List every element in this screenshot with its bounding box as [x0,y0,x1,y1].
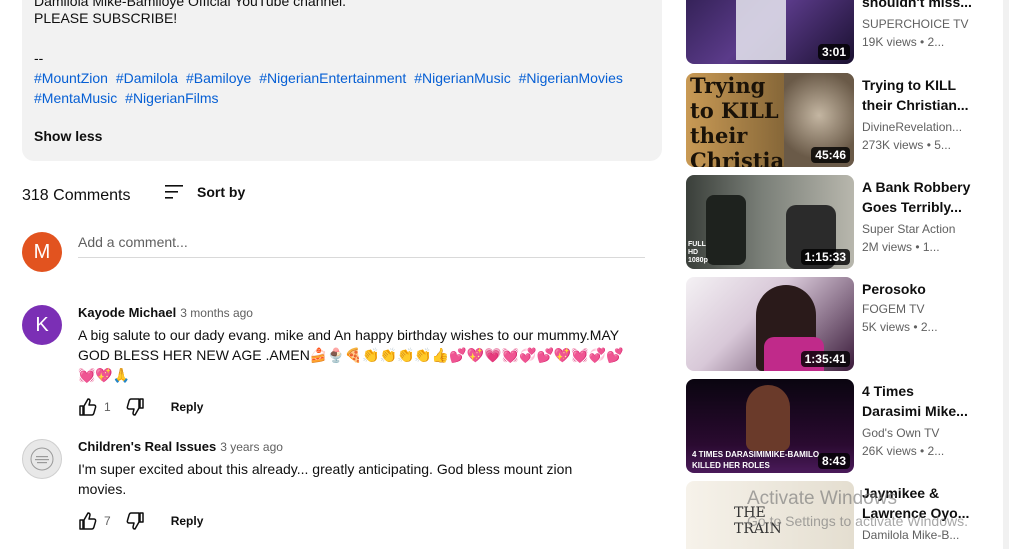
comment-text: A big salute to our dady evang. mike and… [78,327,624,383]
video-title[interactable]: 4 Times Darasimi Mike... [862,381,972,421]
comment-author[interactable]: Kayode Michael [78,305,176,320]
video-title[interactable]: Trying to KILL their Christian... [862,75,972,115]
thumbs-down-icon[interactable] [125,397,145,417]
activation-watermark: Activate Windows [747,488,897,509]
channel-name[interactable]: FOGEM TV [862,302,972,316]
hashtag-link[interactable]: #NigerianMusic [414,70,510,86]
thumbnail-text: 4 TIMES DARASIMIMIKE-BAMILO KILLED HER R… [692,450,820,470]
duration-badge: 8:43 [817,453,850,469]
hashtag-line: #MountZion #Damilola #Bamiloye #Nigerian… [34,68,627,88]
video-thumbnail[interactable]: 4 TIMES DARASIMIMIKE-BAMILO KILLED HER R… [686,379,854,473]
video-meta: 5K views • 2... [862,320,938,334]
hashtag-link[interactable]: #NigerianFilms [125,90,218,106]
comment-text: I'm super excited about this already... … [78,461,573,497]
thumbnail-text: Trying to KILL their Christian Son [690,73,800,167]
hashtag-link[interactable]: #Damilola [116,70,178,86]
recommendation-card[interactable]: FULL HD 1080p 1:15:33 A Bank Robbery Goe… [686,175,1009,269]
comment-time[interactable]: 3 years ago [220,440,283,454]
channel-name[interactable]: Super Star Action [862,222,972,236]
hashtag-line: #MentaMusic #NigerianFilms [34,88,223,108]
comment-actions: 7 Reply [78,511,203,531]
description-box[interactable]: Damilola Mike-Bamiloye Official YouTube … [22,0,662,161]
scrollbar[interactable] [1003,0,1009,549]
video-meta: 26K views • 2... [862,444,945,458]
reply-button[interactable]: Reply [171,400,204,414]
recommendation-card[interactable]: 4 TIMES DARASIMIMIKE-BAMILO KILLED HER R… [686,379,1009,473]
show-less-button[interactable]: Show less [34,128,102,144]
hd-badge: FULL HD 1080p [688,241,708,264]
sort-by-label: Sort by [197,184,246,200]
recommendation-card[interactable]: Trying to KILL their Christian Son 45:46… [686,73,1009,167]
avatar: M [22,232,62,272]
hashtag-link[interactable]: #NigerianMovies [519,70,623,86]
channel-name[interactable]: Damilola Mike-B... [862,528,972,542]
comment-author[interactable]: Children's Real Issues [78,439,216,454]
description-text: PLEASE SUBSCRIBE! [34,10,178,26]
sort-icon [165,185,183,199]
thumbs-up-icon[interactable] [78,511,98,531]
recommendation-card[interactable]: 3:01 shouldn't miss... SUPERCHOICE TV 19… [686,0,1009,64]
like-count: 7 [104,514,111,528]
comment-time[interactable]: 3 months ago [180,306,253,320]
duration-badge: 45:46 [811,147,850,163]
like-count: 1 [104,400,111,414]
thumbs-down-icon[interactable] [125,511,145,531]
reply-button[interactable]: Reply [171,514,204,528]
hashtag-link[interactable]: #Bamiloye [186,70,251,86]
comment-item: K Kayode Michael 3 months ago A big salut… [22,305,642,420]
comments-count: 318 Comments [22,187,131,204]
video-title[interactable]: shouldn't miss... [862,0,972,12]
video-thumbnail[interactable]: 3:01 [686,0,854,64]
comment-item: Children's Real Issues 3 years ago I'm su… [22,439,642,539]
video-title[interactable]: Perosoko [862,279,972,299]
video-meta: 2M views • 1... [862,240,940,254]
channel-logo-icon [30,447,54,471]
video-title[interactable]: A Bank Robbery Goes Terribly... [862,177,972,217]
activation-watermark-sub: Go to Settings to activate Windows. [747,513,968,529]
hashtag-link[interactable]: #MentaMusic [34,90,117,106]
avatar[interactable]: K [22,305,62,345]
duration-badge: 1:35:41 [800,351,850,367]
duration-badge: 3:01 [817,44,850,60]
description-divider: -- [34,50,44,66]
video-meta: 19K views • 2... [862,35,945,49]
duration-badge: 1:15:33 [800,249,850,265]
comment-header: Children's Real Issues 3 years ago [78,439,283,454]
channel-name[interactable]: God's Own TV [862,426,972,440]
avatar[interactable] [22,439,62,479]
sort-by-button[interactable]: Sort by [165,183,245,201]
comment-actions: 1 Reply [78,397,203,417]
video-thumbnail[interactable]: FULL HD 1080p 1:15:33 [686,175,854,269]
video-thumbnail[interactable]: 1:35:41 [686,277,854,371]
recommendation-card[interactable]: 1:35:41 Perosoko FOGEM TV 5K views • 2..… [686,277,1009,371]
channel-name[interactable]: DivineRevelation... [862,120,972,134]
thumbs-up-icon[interactable] [78,397,98,417]
hashtag-link[interactable]: #NigerianEntertainment [259,70,406,86]
video-thumbnail[interactable]: Trying to KILL their Christian Son 45:46 [686,73,854,167]
comment-header: Kayode Michael 3 months ago [78,305,253,320]
add-comment-input[interactable]: Add a comment... [78,233,645,258]
channel-name[interactable]: SUPERCHOICE TV [862,17,972,31]
video-meta: 273K views • 5... [862,138,951,152]
hashtag-link[interactable]: #MountZion [34,70,108,86]
